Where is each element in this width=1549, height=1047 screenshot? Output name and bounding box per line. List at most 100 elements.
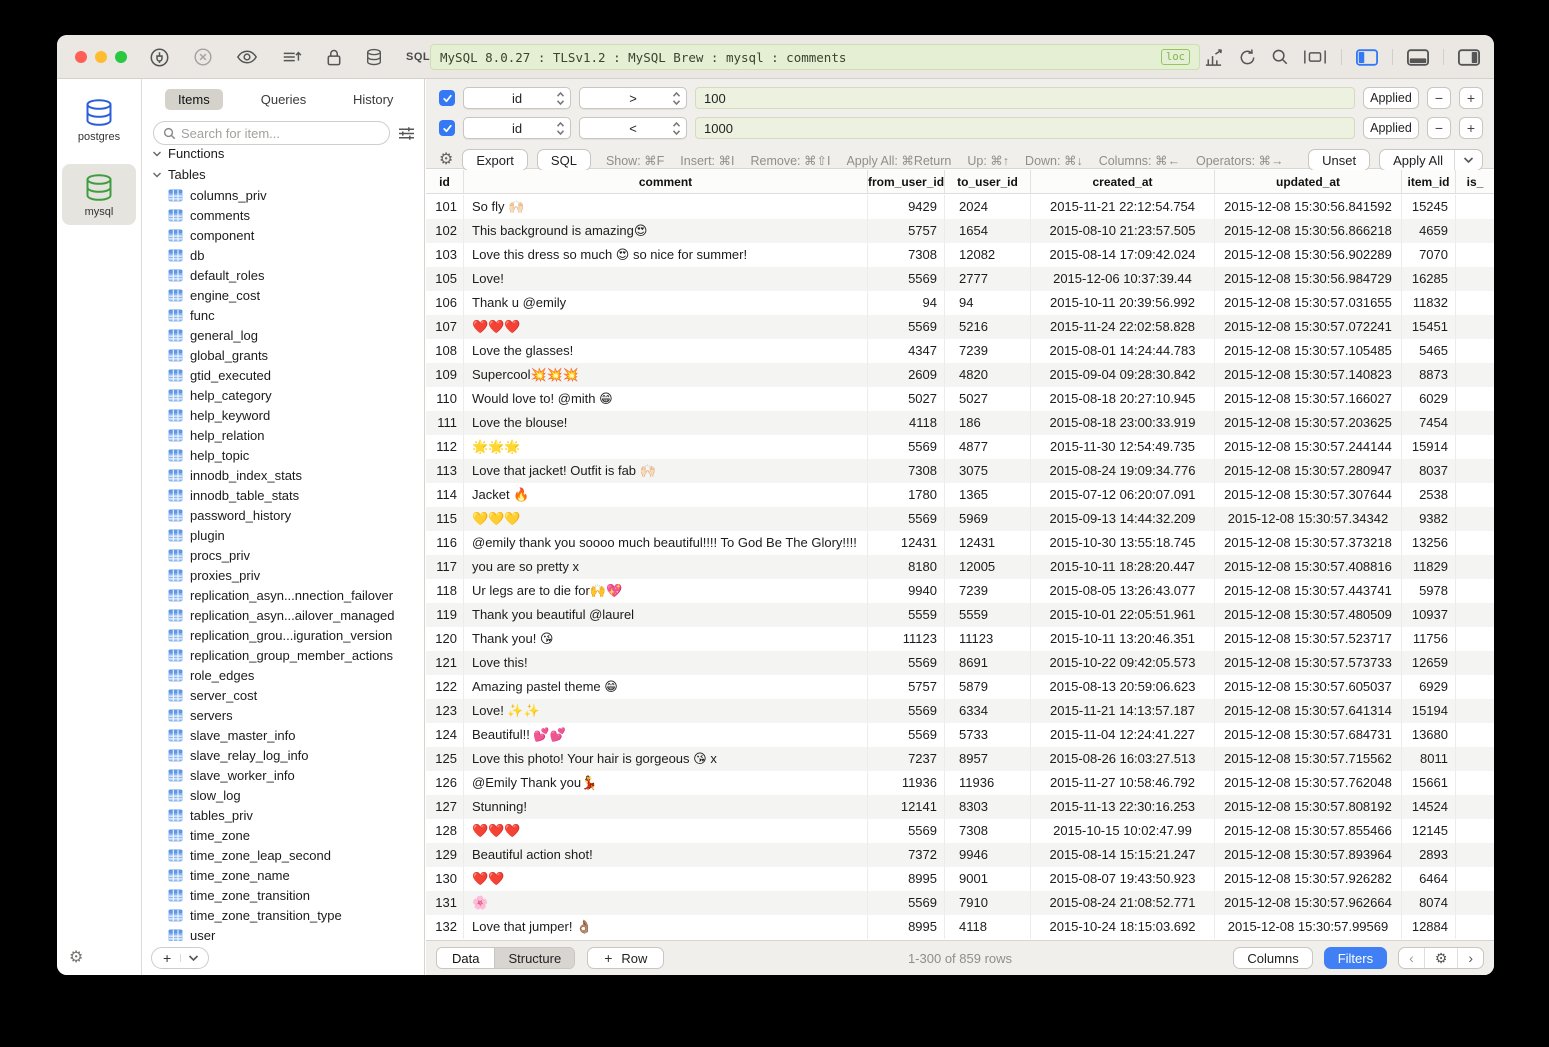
table-row[interactable]: 129Beautiful action shot!737299462015-08…	[426, 843, 1494, 867]
table-row[interactable]: 112🌟🌟🌟556948772015-11-30 12:54:49.735201…	[426, 435, 1494, 459]
table-row[interactable]: 108Love the glasses!434772392015-08-01 1…	[426, 339, 1494, 363]
filter-enabled-checkbox[interactable]	[439, 120, 455, 136]
cell-updated_at[interactable]: 2015-12-08 15:30:56.902289	[1215, 243, 1402, 267]
table-row[interactable]: 103Love this dress so much 😍 so nice for…	[426, 243, 1494, 267]
table-row[interactable]: 116@emily thank you soooo much beautiful…	[426, 531, 1494, 555]
cell-updated_at[interactable]: 2015-12-08 15:30:57.523717	[1215, 627, 1402, 651]
cell-updated_at[interactable]: 2015-12-08 15:30:57.99569	[1215, 915, 1402, 939]
cell-created_at[interactable]: 2015-12-06 10:37:39.44	[1031, 267, 1215, 291]
apply-all-button[interactable]: Apply All	[1379, 149, 1483, 171]
sql-button[interactable]: SQL	[537, 149, 591, 171]
tab-data[interactable]: Data	[437, 948, 494, 968]
cell-created_at[interactable]: 2015-09-13 14:44:32.209	[1031, 507, 1215, 531]
cell-item_id[interactable]: 15194	[1402, 699, 1456, 723]
cell-created_at[interactable]: 2015-11-30 12:54:49.735	[1031, 435, 1215, 459]
cell-comment[interactable]: This background is amazing😍	[464, 219, 868, 243]
cell-to_user_id[interactable]: 5216	[945, 315, 1031, 339]
database-icon[interactable]	[365, 47, 383, 67]
sidebar-table-item[interactable]: role_edges	[143, 665, 424, 685]
cell-comment[interactable]: Stunning!	[464, 795, 868, 819]
cell-id[interactable]: 125	[426, 747, 464, 771]
cell-to_user_id[interactable]: 8303	[945, 795, 1031, 819]
sidebar-table-item[interactable]: general_log	[143, 325, 424, 345]
cell-created_at[interactable]: 2015-11-04 12:24:41.227	[1031, 723, 1215, 747]
cell-comment[interactable]: Thank you beautiful @laurel	[464, 603, 868, 627]
cell-item_id[interactable]: 8074	[1402, 891, 1456, 915]
cell-from_user_id[interactable]: 5569	[868, 651, 945, 675]
cell-to_user_id[interactable]: 8691	[945, 651, 1031, 675]
sidebar-table-item[interactable]: component	[143, 225, 424, 245]
add-filter-button[interactable]: +	[1459, 87, 1483, 109]
cell-from_user_id[interactable]: 94	[868, 291, 945, 315]
cell-to_user_id[interactable]: 6334	[945, 699, 1031, 723]
cell-id[interactable]: 132	[426, 915, 464, 939]
tab-items[interactable]: Items	[149, 92, 239, 107]
toggle-bottom-panel-icon[interactable]	[1407, 47, 1429, 67]
prev-page-button[interactable]: ‹	[1399, 948, 1424, 968]
cell-to_user_id[interactable]: 4118	[945, 915, 1031, 939]
cell-comment[interactable]: ❤️❤️❤️	[464, 315, 868, 339]
cell-created_at[interactable]: 2015-08-07 19:43:50.923	[1031, 867, 1215, 891]
cell-is_[interactable]	[1456, 555, 1494, 579]
table-row[interactable]: 113Love that jacket! Outfit is fab 🙌🏻730…	[426, 459, 1494, 483]
cell-comment[interactable]: So fly 🙌🏻	[464, 195, 868, 219]
cell-comment[interactable]: 🌸	[464, 891, 868, 915]
tab-structure[interactable]: Structure	[494, 948, 574, 968]
cell-is_[interactable]	[1456, 627, 1494, 651]
sidebar-table-item[interactable]: time_zone_name	[143, 865, 424, 885]
cell-created_at[interactable]: 2015-10-11 20:39:56.992	[1031, 291, 1215, 315]
cell-from_user_id[interactable]: 5569	[868, 267, 945, 291]
cell-from_user_id[interactable]: 7308	[868, 243, 945, 267]
cell-created_at[interactable]: 2015-10-15 10:02:47.99	[1031, 819, 1215, 843]
cell-is_[interactable]	[1456, 699, 1494, 723]
cell-id[interactable]: 106	[426, 291, 464, 315]
cell-item_id[interactable]: 14524	[1402, 795, 1456, 819]
cell-to_user_id[interactable]: 186	[945, 411, 1031, 435]
table-row[interactable]: 115💛💛💛556959692015-09-13 14:44:32.209201…	[426, 507, 1494, 531]
sidebar-table-item[interactable]: procs_priv	[143, 545, 424, 565]
cell-created_at[interactable]: 2015-10-30 13:55:18.745	[1031, 531, 1215, 555]
zoom-window-button[interactable]	[115, 51, 127, 63]
column-header-id[interactable]: id	[426, 170, 464, 193]
table-row[interactable]: 120Thank you! 😘11123111232015-10-11 13:2…	[426, 627, 1494, 651]
cell-is_[interactable]	[1456, 387, 1494, 411]
cell-is_[interactable]	[1456, 603, 1494, 627]
tab-history[interactable]: History	[328, 92, 418, 107]
cell-item_id[interactable]: 9382	[1402, 507, 1456, 531]
minimize-window-button[interactable]	[95, 51, 107, 63]
cell-comment[interactable]: Beautiful!! 💕💕	[464, 723, 868, 747]
cell-to_user_id[interactable]: 2777	[945, 267, 1031, 291]
cell-from_user_id[interactable]: 12141	[868, 795, 945, 819]
sidebar-table-item[interactable]: server_cost	[143, 685, 424, 705]
columns-button[interactable]: Columns	[1233, 947, 1312, 969]
add-filter-button[interactable]: +	[1459, 117, 1483, 139]
cell-created_at[interactable]: 2015-10-24 18:15:03.692	[1031, 915, 1215, 939]
fit-width-icon[interactable]	[1303, 47, 1327, 67]
sidebar-table-item[interactable]: time_zone_transition_type	[143, 905, 424, 925]
sidebar-table-item[interactable]: help_category	[143, 385, 424, 405]
sidebar-table-item[interactable]: innodb_table_stats	[143, 485, 424, 505]
cell-from_user_id[interactable]: 5569	[868, 891, 945, 915]
cell-comment[interactable]: Love that jumper! 👌🏽	[464, 915, 868, 939]
cell-id[interactable]: 113	[426, 459, 464, 483]
table-row[interactable]: 106Thank u @emily94942015-10-11 20:39:56…	[426, 291, 1494, 315]
table-row[interactable]: 105Love!556927772015-12-06 10:37:39.4420…	[426, 267, 1494, 291]
eye-icon[interactable]	[236, 47, 258, 67]
cell-created_at[interactable]: 2015-08-24 21:08:52.771	[1031, 891, 1215, 915]
cell-from_user_id[interactable]: 7308	[868, 459, 945, 483]
table-row[interactable]: 122Amazing pastel theme 😁575758792015-08…	[426, 675, 1494, 699]
table-row[interactable]: 127Stunning!1214183032015-11-13 22:30:16…	[426, 795, 1494, 819]
cell-created_at[interactable]: 2015-08-01 14:24:44.783	[1031, 339, 1215, 363]
sidebar-table-item[interactable]: password_history	[143, 505, 424, 525]
cell-item_id[interactable]: 12884	[1402, 915, 1456, 939]
connection-plug-icon[interactable]	[149, 47, 170, 67]
table-row[interactable]: 123Love! ✨✨556963342015-11-21 14:13:57.1…	[426, 699, 1494, 723]
sidebar-table-item[interactable]: comments	[143, 205, 424, 225]
cell-id[interactable]: 128	[426, 819, 464, 843]
cell-is_[interactable]	[1456, 771, 1494, 795]
cell-item_id[interactable]: 2538	[1402, 483, 1456, 507]
sidebar-table-item[interactable]: db	[143, 245, 424, 265]
cell-from_user_id[interactable]: 4347	[868, 339, 945, 363]
cell-id[interactable]: 103	[426, 243, 464, 267]
tree-group-tables[interactable]: Tables	[143, 164, 424, 185]
